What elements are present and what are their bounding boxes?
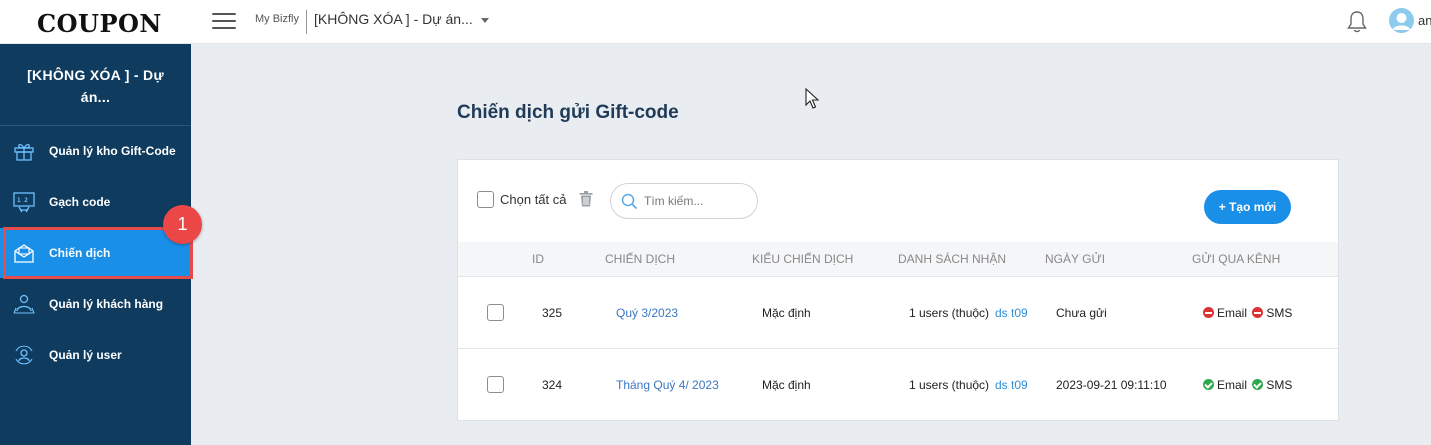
sidebar-project-name: [KHÔNG XÓA ] - Dự án... bbox=[0, 44, 191, 126]
row-id: 325 bbox=[542, 306, 563, 320]
select-all-checkbox[interactable] bbox=[477, 191, 494, 208]
row-recipients: 1 users (thuộc) bbox=[909, 378, 990, 392]
channel-email: Email bbox=[1217, 378, 1248, 392]
sidebar-item-label: Quản lý kho Gift-Code bbox=[49, 144, 176, 158]
bell-icon[interactable] bbox=[1346, 10, 1368, 34]
sidebar-item-campaign[interactable]: Chiến dịch bbox=[0, 228, 191, 278]
create-new-button[interactable]: + Tạo mới bbox=[1204, 190, 1291, 224]
sidebar-item-giftcode-store[interactable]: Quản lý kho Gift-Code bbox=[0, 126, 191, 176]
row-sent-date: Chưa gửi bbox=[1056, 306, 1107, 320]
column-header-id: ID bbox=[532, 252, 544, 266]
row-id: 324 bbox=[542, 378, 563, 392]
gift-icon bbox=[14, 143, 34, 161]
app-logo[interactable]: COUPON bbox=[37, 9, 162, 38]
row-list-link[interactable]: ds t09 bbox=[995, 378, 1028, 392]
search-box bbox=[610, 183, 758, 219]
row-campaign-link[interactable]: Quý 3/2023 bbox=[616, 306, 678, 320]
project-select[interactable]: [KHÔNG XÓA ] - Dự án... bbox=[314, 11, 489, 27]
step-badge: 1 bbox=[163, 205, 202, 244]
project-select-label: [KHÔNG XÓA ] - Dự án... bbox=[314, 11, 473, 27]
row-checkbox[interactable] bbox=[487, 376, 504, 393]
sidebar-item-strike-code[interactable]: 1 2 Gạch code bbox=[0, 177, 191, 227]
svg-text:1 2: 1 2 bbox=[17, 197, 28, 204]
column-header-sent-date: NGÀY GỬI bbox=[1045, 252, 1106, 266]
row-list-link[interactable]: ds t09 bbox=[995, 306, 1028, 320]
table-header: ID CHIẾN DỊCH KIỂU CHIẾN DỊCH DANH SÁCH … bbox=[458, 242, 1338, 277]
row-channels: Email SMS bbox=[1203, 378, 1294, 392]
mouse-cursor-icon bbox=[805, 88, 820, 109]
menu-toggle-icon[interactable] bbox=[212, 13, 236, 31]
user-name[interactable]: an bbox=[1418, 13, 1431, 28]
table-row: 325 Quý 3/2023 Mặc định 1 users (thuộc) … bbox=[458, 277, 1338, 349]
chevron-down-icon bbox=[480, 17, 489, 23]
user-avatar-icon bbox=[1389, 8, 1414, 33]
channel-email: Email bbox=[1217, 306, 1248, 320]
avatar[interactable] bbox=[1389, 8, 1414, 33]
select-all-label[interactable]: Chọn tất cả bbox=[500, 192, 567, 207]
column-header-channels: GỬI QUA KÊNH bbox=[1192, 252, 1281, 266]
status-on-icon bbox=[1203, 379, 1214, 390]
sidebar-item-customers[interactable]: Quản lý khách hàng bbox=[0, 279, 191, 329]
row-type: Mặc định bbox=[762, 306, 811, 320]
sidebar-item-label: Gạch code bbox=[49, 195, 111, 209]
row-type: Mặc định bbox=[762, 378, 811, 392]
row-campaign-link[interactable]: Tháng Quý 4/ 2023 bbox=[616, 378, 719, 392]
status-off-icon bbox=[1203, 307, 1214, 318]
trash-icon[interactable] bbox=[579, 191, 593, 207]
table-row: 324 Tháng Quý 4/ 2023 Mặc định 1 users (… bbox=[458, 349, 1338, 421]
sidebar-item-label: Chiến dịch bbox=[49, 246, 111, 260]
sidebar: [KHÔNG XÓA ] - Dự án... Quản lý kho Gift… bbox=[0, 44, 191, 445]
row-sent-date: 2023-09-21 09:11:10 bbox=[1056, 378, 1167, 392]
header-divider bbox=[306, 10, 307, 34]
customer-icon bbox=[13, 294, 35, 314]
sidebar-item-users[interactable]: Quản lý user bbox=[0, 330, 191, 380]
row-channels: Email SMS bbox=[1203, 306, 1294, 320]
top-bar: COUPON My Bizfly [KHÔNG XÓA ] - Dự án...… bbox=[0, 0, 1431, 44]
sidebar-item-label: Quản lý khách hàng bbox=[49, 297, 164, 311]
user-manage-icon bbox=[15, 345, 33, 365]
row-recipients: 1 users (thuộc) bbox=[909, 306, 990, 320]
campaign-mail-icon bbox=[14, 244, 34, 263]
search-icon bbox=[621, 193, 638, 210]
channel-sms: SMS bbox=[1266, 378, 1293, 392]
status-on-icon bbox=[1252, 379, 1264, 390]
my-bizfly-link[interactable]: My Bizfly bbox=[255, 13, 299, 25]
search-input[interactable] bbox=[644, 192, 752, 210]
status-off-icon bbox=[1252, 307, 1264, 318]
column-header-recipients: DANH SÁCH NHẬN bbox=[898, 252, 1007, 266]
page-title: Chiến dịch gửi Gift-code bbox=[457, 102, 679, 123]
column-header-type: KIỂU CHIẾN DỊCH bbox=[752, 252, 854, 266]
channel-sms: SMS bbox=[1266, 306, 1293, 320]
sidebar-item-label: Quản lý user bbox=[49, 348, 122, 362]
code-strike-icon: 1 2 bbox=[13, 192, 35, 213]
column-header-campaign: CHIẾN DỊCH bbox=[605, 252, 676, 266]
row-checkbox[interactable] bbox=[487, 304, 504, 321]
campaign-table-card: Chọn tất cả + Tạo mới ID CHIẾN DỊCH KIỂU… bbox=[457, 159, 1339, 421]
